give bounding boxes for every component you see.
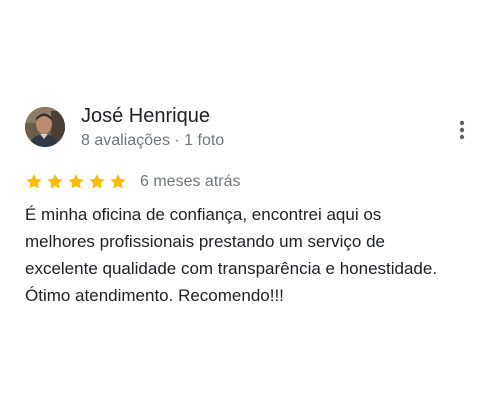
more-vert-icon <box>459 120 465 140</box>
star-icon <box>47 174 63 189</box>
star-icon <box>68 174 84 189</box>
review-text: É minha oficina de confiança, encontrei … <box>25 205 438 305</box>
star-rating <box>25 173 127 191</box>
author-name[interactable]: José Henrique <box>81 104 210 128</box>
avatar[interactable] <box>25 107 65 147</box>
star-icon <box>110 174 126 189</box>
review-date: 6 meses atrás <box>140 173 241 190</box>
star-icon <box>26 174 42 189</box>
star-icon <box>89 174 105 189</box>
avatar-photo <box>25 107 65 147</box>
more-options-button[interactable] <box>450 116 474 144</box>
rating-row: 6 meses atrás <box>25 170 240 194</box>
author-meta[interactable]: 8 avaliações · 1 foto <box>81 131 224 151</box>
review-card: José Henrique 8 avaliações · 1 foto 6 me… <box>0 0 500 418</box>
